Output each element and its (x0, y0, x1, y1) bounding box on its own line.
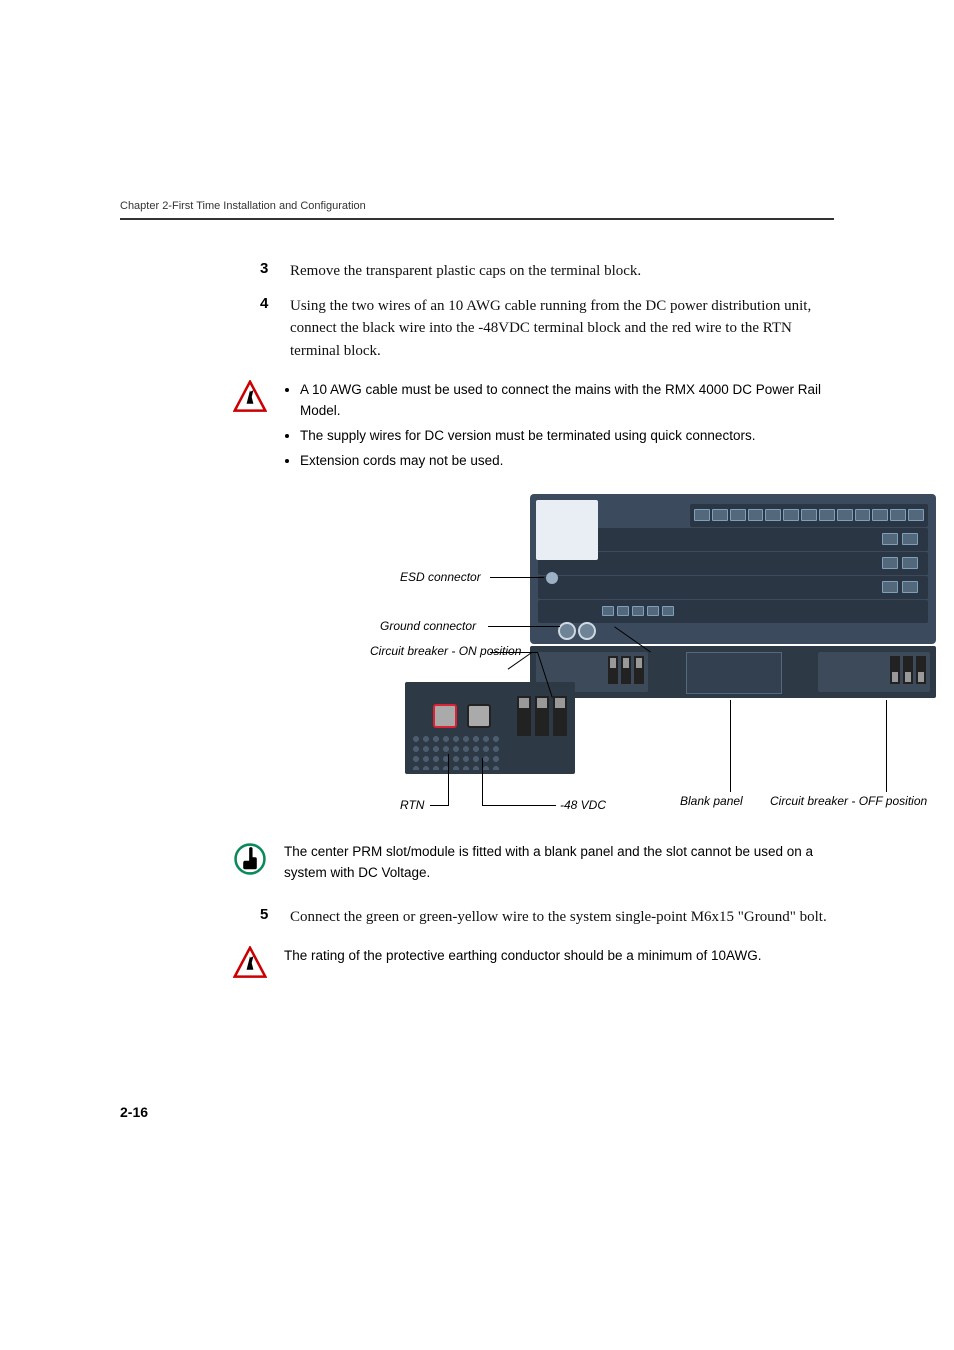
blank-panel (686, 652, 782, 694)
step-number: 4 (260, 295, 290, 363)
rtn-terminal (433, 704, 457, 728)
warning-icon (233, 946, 267, 980)
warning-text: The rating of the protective earthing co… (284, 946, 834, 967)
chassis-rear (530, 494, 936, 644)
callout-ground: Ground connector (380, 619, 476, 633)
step-3: 3 Remove the transparent plastic caps on… (260, 260, 834, 283)
warning-item: A 10 AWG cable must be used to connect t… (300, 380, 834, 422)
note-box: The center PRM slot/module is fitted wit… (230, 842, 834, 884)
warning-icon (233, 380, 267, 414)
warning-box-2: The rating of the protective earthing co… (230, 946, 834, 980)
rear-panel-figure: ESD connector Ground connector Circuit b… (370, 494, 936, 824)
psu-right (818, 652, 930, 692)
page-number: 2-16 (120, 1104, 148, 1120)
step-number: 5 (260, 906, 290, 929)
vdc-terminal (467, 704, 491, 728)
step-text: Connect the green or green-yellow wire t… (290, 906, 827, 929)
warning-item: Extension cords may not be used. (300, 451, 834, 472)
callout-cb-off: Circuit breaker - OFF position (770, 794, 927, 810)
psu-zoom (405, 682, 575, 774)
warning-item: The supply wires for DC version must be … (300, 426, 834, 447)
warning-box-1: A 10 AWG cable must be used to connect t… (230, 380, 834, 476)
step-5: 5 Connect the green or green-yellow wire… (260, 906, 834, 929)
step-number: 3 (260, 260, 290, 283)
pointing-hand-icon (233, 842, 267, 876)
note-text: The center PRM slot/module is fitted wit… (284, 842, 834, 884)
step-4: 4 Using the two wires of an 10 AWG cable… (260, 295, 834, 363)
running-header: Chapter 2-First Time Installation and Co… (120, 200, 834, 212)
callout-esd: ESD connector (400, 570, 481, 584)
header-rule (120, 218, 834, 220)
step-text: Using the two wires of an 10 AWG cable r… (290, 295, 834, 363)
power-bay (530, 646, 936, 698)
step-text: Remove the transparent plastic caps on t… (290, 260, 641, 283)
callout-blank: Blank panel (680, 794, 743, 808)
callout-48vdc: -48 VDC (560, 798, 606, 812)
callout-rtn: RTN (400, 798, 424, 812)
